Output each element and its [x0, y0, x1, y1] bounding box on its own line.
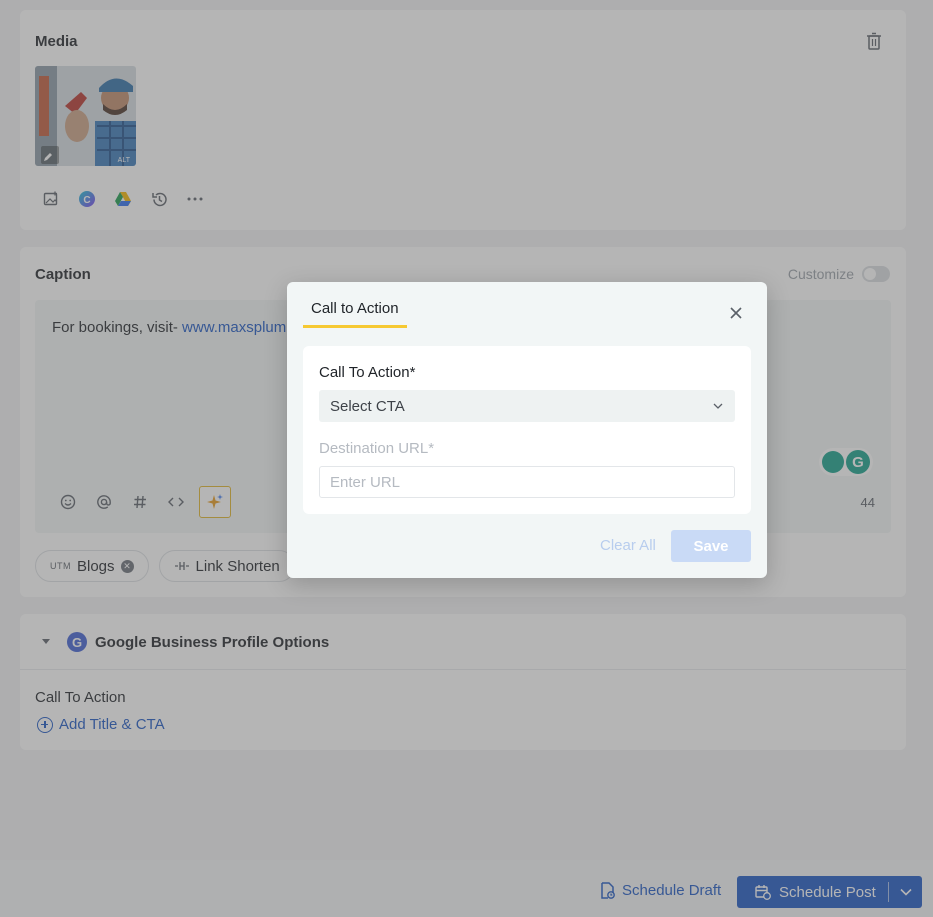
- destination-url-input[interactable]: [319, 466, 735, 498]
- cta-modal: Call to Action Call To Action* Select CT…: [287, 282, 767, 578]
- tab-call-to-action[interactable]: Call to Action: [303, 300, 407, 328]
- clear-all-button[interactable]: Clear All: [600, 537, 656, 554]
- url-field-label: Destination URL*: [319, 440, 435, 457]
- cta-field-label: Call To Action*: [319, 364, 416, 381]
- cta-select[interactable]: Select CTA: [319, 390, 735, 422]
- cta-form: Call To Action* Select CTA Destination U…: [303, 346, 751, 514]
- save-button[interactable]: Save: [671, 530, 751, 562]
- chevron-down-icon: [713, 403, 723, 409]
- cta-select-value: Select CTA: [330, 397, 405, 415]
- close-icon[interactable]: [729, 306, 743, 320]
